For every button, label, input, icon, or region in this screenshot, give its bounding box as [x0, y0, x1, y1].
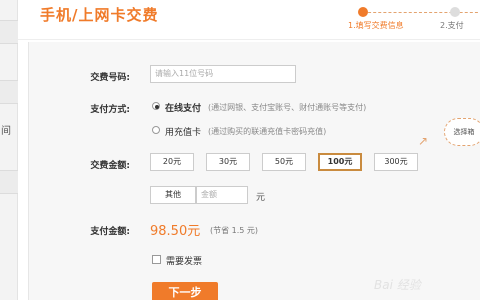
- phone-label: 交费号码:: [90, 73, 130, 83]
- card-pay-radio[interactable]: [152, 126, 160, 134]
- left-tab[interactable]: [0, 20, 18, 44]
- amount-option-100[interactable]: 100元: [318, 153, 362, 171]
- pay-amount-saving: (节省 1.5 元): [210, 226, 259, 235]
- amount-option-300[interactable]: 300元: [374, 153, 418, 171]
- amount-other-button[interactable]: 其他: [150, 186, 196, 204]
- next-step-button[interactable]: 下一步: [152, 282, 218, 300]
- page-title: 手机/上网卡交费: [40, 6, 159, 24]
- amount-option-30[interactable]: 30元: [206, 153, 250, 171]
- amount-option-50[interactable]: 50元: [262, 153, 306, 171]
- online-pay-hint: (通过网银、支付宝账号、财付通账号等支付): [208, 103, 367, 112]
- phone-input[interactable]: 请输入11位号码: [150, 65, 296, 83]
- amount-other-input[interactable]: 金额: [196, 186, 248, 204]
- card-pay-hint: (通过购买的联通充值卡密码充值): [208, 127, 327, 136]
- invoice-label[interactable]: 需要发票: [166, 254, 202, 267]
- card-pay-option[interactable]: 用充值卡: [165, 125, 201, 138]
- step-dot-inactive: [450, 7, 460, 17]
- amount-unit: 元: [256, 193, 266, 203]
- left-side-strip: 间: [0, 0, 18, 300]
- step-dot-active: [358, 7, 368, 17]
- online-pay-option[interactable]: 在线支付: [165, 101, 201, 114]
- online-pay-radio[interactable]: [152, 102, 160, 110]
- left-tab[interactable]: [0, 80, 18, 104]
- page-header: 手机/上网卡交费 1.填写交费信息 2.支付: [18, 0, 480, 40]
- pay-amount-value: 98.50元: [150, 224, 201, 239]
- amount-label: 交费金额:: [90, 161, 130, 171]
- arrow-icon: ↗: [418, 134, 429, 148]
- watermark: Bai 经验: [374, 278, 421, 292]
- amount-option-20[interactable]: 20元: [150, 153, 194, 171]
- step-line: [363, 12, 480, 13]
- pay-amount-label: 支付金额:: [90, 227, 130, 237]
- left-strip-char: 间: [1, 126, 11, 137]
- invoice-checkbox[interactable]: [152, 255, 161, 264]
- step-indicator: 1.填写交费信息 2.支付: [348, 6, 480, 36]
- payment-label: 支付方式:: [90, 105, 130, 115]
- left-tab[interactable]: [0, 170, 18, 194]
- select-tip-bubble: 选择箱: [444, 118, 480, 146]
- step-2-label: 2.支付: [440, 21, 464, 30]
- step-1-label: 1.填写交费信息: [348, 21, 404, 30]
